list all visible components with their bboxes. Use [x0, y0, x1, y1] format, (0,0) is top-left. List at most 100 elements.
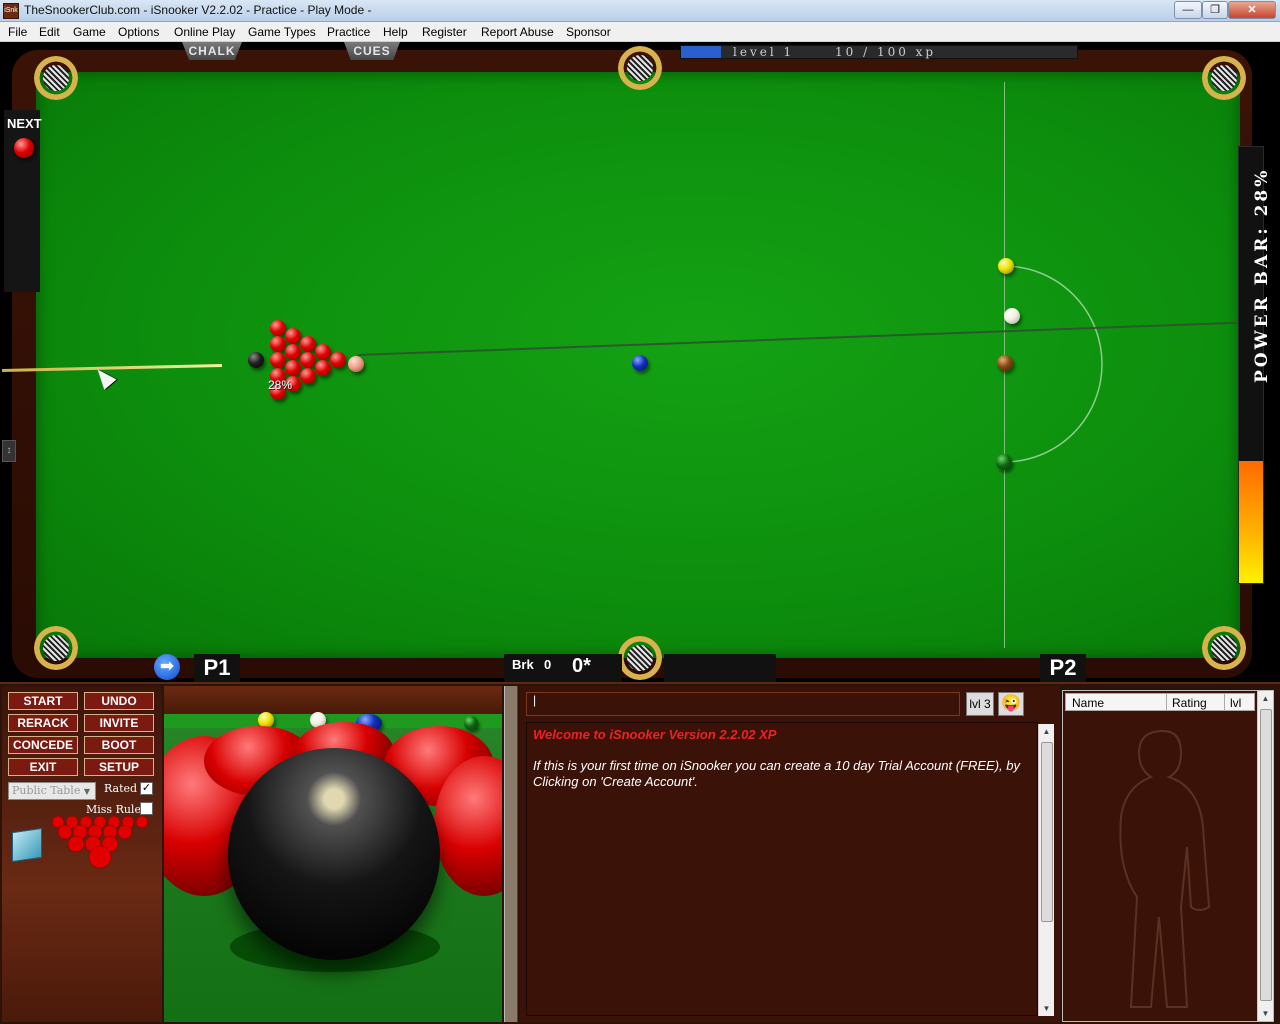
power-bar-fill	[1239, 460, 1263, 583]
blue-ball	[632, 355, 648, 371]
power-bar-label: POWER BAR: 28%	[1252, 167, 1272, 383]
pink-ball	[348, 356, 364, 372]
control-panel: START UNDO RERACK INVITE CONCEDE BOOT EX…	[2, 686, 162, 1022]
chat-scrollbar-thumb[interactable]	[1041, 742, 1053, 922]
menu-sponsor[interactable]: Sponsor	[566, 25, 611, 39]
red-ball	[300, 368, 316, 384]
green-ball	[996, 454, 1012, 470]
power-bar[interactable]: POWER BAR: 28%	[1238, 146, 1272, 584]
cue-ball[interactable]	[1004, 308, 1020, 324]
xp-progress-text: 10 / 100 xp	[835, 45, 937, 59]
menu-practice[interactable]: Practice	[327, 25, 370, 39]
title-bar: iSnk TheSnookerClub.com - iSnooker V2.2.…	[0, 0, 1280, 22]
menu-file[interactable]: File	[8, 25, 27, 39]
red-ball	[270, 336, 286, 352]
player-silhouette-icon	[1119, 729, 1211, 1008]
cues-tab[interactable]: CUES	[344, 42, 400, 60]
table-type-select[interactable]: Public Table ▼	[8, 782, 96, 800]
red-ball	[270, 320, 286, 336]
xp-level-label: level 1	[733, 45, 795, 59]
players-list: Name Rating lvl ▲ ▼	[1062, 690, 1274, 1022]
chat-input[interactable]: |	[526, 692, 960, 716]
menu-game[interactable]: Game	[73, 25, 106, 39]
scroll-up-icon[interactable]: ▲	[1258, 691, 1273, 706]
level-badge: lvl 3	[966, 692, 994, 716]
menu-register[interactable]: Register	[422, 25, 467, 39]
exit-button[interactable]: EXIT	[8, 758, 78, 776]
info-message: If this is your first time on iSnooker y…	[533, 758, 1020, 789]
next-label: NEXT	[7, 116, 42, 131]
aim-percent-label: 28%	[268, 378, 293, 392]
brown-ball	[997, 355, 1013, 371]
chat-scrollbar[interactable]: ▲ ▼	[1038, 724, 1054, 1016]
table-type-value: Public Table	[12, 784, 81, 797]
player2-label: P2	[1040, 654, 1086, 682]
red-ball	[300, 352, 316, 368]
rerack-button[interactable]: RERACK	[8, 714, 78, 732]
break-score-box: Brk 0 0*	[504, 654, 622, 682]
column-divider	[1224, 694, 1225, 710]
rated-label: Rated	[104, 782, 138, 795]
3d-ball-view[interactable]	[164, 686, 502, 1022]
turn-arrow-icon: ➡	[154, 654, 180, 680]
scroll-up-icon[interactable]: ▲	[1039, 724, 1054, 739]
menu-online-play[interactable]: Online Play	[174, 25, 235, 39]
menu-game-types[interactable]: Game Types	[248, 25, 316, 39]
menu-bar: File Edit Game Options Online Play Game …	[0, 22, 1280, 42]
break-value: 0	[544, 657, 552, 672]
score-value: 0*	[572, 655, 591, 677]
welcome-message: Welcome to iSnooker Version 2.2.02 XP	[533, 727, 777, 742]
chat-log: Welcome to iSnooker Version 2.2.02 XP If…	[526, 722, 1038, 1016]
cube-icon[interactable]	[12, 827, 42, 863]
emoji-icon[interactable]: 😜	[998, 692, 1024, 716]
opponent-score-box	[664, 654, 776, 682]
col-name[interactable]: Name	[1072, 696, 1104, 710]
col-lvl[interactable]: lvl	[1230, 696, 1241, 710]
break-label: Brk	[512, 657, 534, 672]
next-ball-panel: NEXT	[4, 110, 42, 292]
3d-black-ball	[228, 748, 440, 960]
red-ball	[270, 352, 286, 368]
red-ball	[315, 344, 331, 360]
chalk-tab[interactable]: CHALK	[182, 42, 242, 60]
players-scrollbar[interactable]: ▲ ▼	[1257, 691, 1273, 1021]
undo-button[interactable]: UNDO	[84, 692, 154, 710]
3d-green-ball	[464, 716, 478, 730]
concede-button[interactable]: CONCEDE	[8, 736, 78, 754]
minimize-button[interactable]: —	[1174, 1, 1202, 19]
panel-splitter[interactable]	[504, 686, 518, 1022]
chevron-down-icon: ▼	[83, 787, 91, 796]
setup-button[interactable]: SETUP	[84, 758, 154, 776]
boot-button[interactable]: BOOT	[84, 736, 154, 754]
scroll-down-icon[interactable]: ▼	[1039, 1001, 1054, 1016]
yellow-ball	[998, 258, 1014, 274]
menu-options[interactable]: Options	[118, 25, 159, 39]
xp-bar: level 1 10 / 100 xp	[680, 45, 1078, 59]
invite-button[interactable]: INVITE	[84, 714, 154, 732]
resize-handle-icon[interactable]: ↕	[2, 440, 16, 462]
red-ball	[285, 360, 301, 376]
close-button[interactable]: ✕	[1228, 1, 1276, 19]
red-ball	[315, 360, 331, 376]
menu-edit[interactable]: Edit	[39, 25, 60, 39]
col-rating[interactable]: Rating	[1172, 696, 1207, 710]
bottom-panel: START UNDO RERACK INVITE CONCEDE BOOT EX…	[0, 682, 1280, 1024]
window-title: TheSnookerClub.com - iSnooker V2.2.02 - …	[24, 3, 372, 17]
rack-icon[interactable]	[50, 814, 150, 870]
chat-area: | lvl 3 😜 Welcome to iSnooker Version 2.…	[520, 686, 1060, 1022]
red-ball	[300, 336, 316, 352]
rated-checkbox[interactable]: ✓	[140, 782, 153, 795]
players-list-header: Name Rating lvl	[1065, 693, 1255, 711]
red-ball	[285, 328, 301, 344]
players-scrollbar-thumb[interactable]	[1260, 709, 1272, 1001]
column-divider	[1166, 694, 1167, 710]
game-view[interactable]: 28% CHALK CUES level 1 10 / 100 xp NEXT …	[0, 42, 1280, 682]
menu-help[interactable]: Help	[383, 25, 408, 39]
menu-report-abuse[interactable]: Report Abuse	[481, 25, 554, 39]
scroll-down-icon[interactable]: ▼	[1258, 1006, 1273, 1021]
app-icon: iSnk	[3, 3, 19, 19]
red-ball	[285, 344, 301, 360]
next-ball-indicator	[14, 138, 34, 158]
start-button[interactable]: START	[8, 692, 78, 710]
maximize-button[interactable]: ❐	[1202, 1, 1228, 19]
